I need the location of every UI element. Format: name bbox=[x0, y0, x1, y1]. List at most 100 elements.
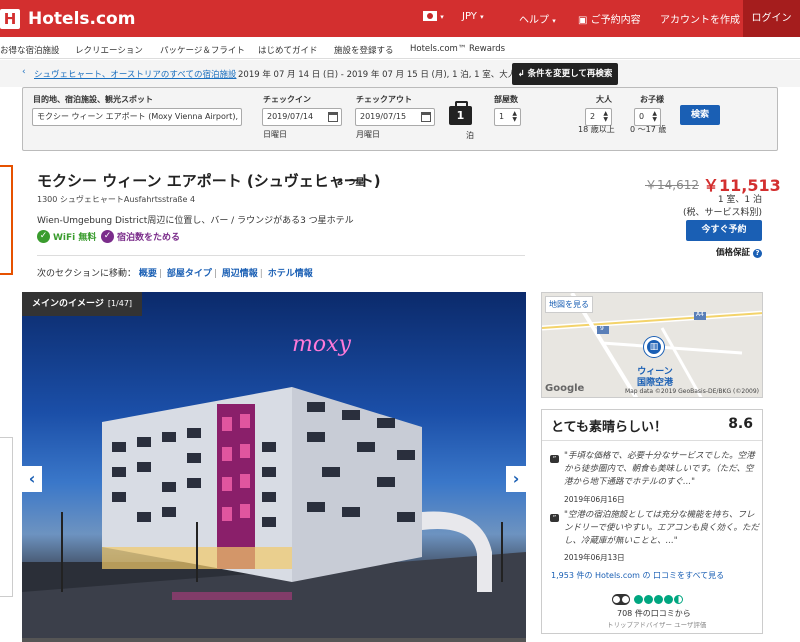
section-nav: 次のセクションに移動： 概要 | 部屋タイプ | 周辺情報 | ホテル情報 bbox=[37, 266, 313, 279]
help-menu[interactable]: ヘルプ ▾ bbox=[519, 11, 556, 26]
checkin-input[interactable]: 2019/07/14 bbox=[262, 108, 342, 126]
checkout-label: チェックアウト bbox=[356, 95, 412, 104]
subnav-list-property[interactable]: 施設を登録する bbox=[334, 44, 394, 56]
chevron-left-icon: ‹ bbox=[22, 67, 26, 77]
chevron-down-icon: ▾ bbox=[440, 13, 444, 21]
photo-label-text: メインのイメージ bbox=[32, 299, 104, 309]
separator: | bbox=[259, 269, 263, 279]
rooms-label: 部屋数 bbox=[494, 95, 518, 104]
road-number: 9 bbox=[600, 325, 604, 332]
brand-logo[interactable]: H Hotels.com bbox=[0, 8, 135, 30]
brand-name: Hotels.com bbox=[28, 9, 136, 29]
review-panel: とても素晴らしい！ 8.6 ” "手頃な価格で、必要十分なサービスでした。空港か… bbox=[541, 409, 763, 634]
rewards-icon: ✓ bbox=[101, 230, 114, 243]
checkin-day: 日曜日 bbox=[263, 130, 287, 139]
checkin-label: チェックイン bbox=[263, 95, 311, 104]
change-search-label: 条件を変更して再検索 bbox=[527, 69, 613, 79]
search-button[interactable]: 検索 bbox=[680, 105, 720, 125]
chevron-down-icon: ▾ bbox=[480, 13, 484, 21]
left-panel-edge bbox=[0, 437, 13, 597]
wifi-badge: ✓ WiFi 無料 bbox=[37, 230, 96, 243]
section-nav-prefix: 次のセクションに移動： bbox=[37, 269, 137, 279]
photo-label: メインのイメージ [1/47] bbox=[22, 292, 143, 316]
review-date: 2019年06月16日 bbox=[564, 495, 625, 504]
create-account-link[interactable]: アカウントを作成 bbox=[660, 11, 740, 26]
review-rating-label: とても素晴らしい！ bbox=[551, 420, 667, 435]
map-place-label: ウィーン 国際空港 bbox=[637, 367, 674, 388]
nights-badge: 1 bbox=[449, 101, 472, 125]
prev-photo-button[interactable]: ‹ bbox=[22, 466, 42, 492]
children-label: お子様 bbox=[640, 95, 664, 104]
price-guarantee-link[interactable]: 価格保証 ? bbox=[716, 246, 762, 258]
section-link-overview[interactable]: 概要 bbox=[139, 269, 157, 279]
photo-thumbnail-strip[interactable] bbox=[22, 638, 526, 642]
checkout-input[interactable]: 2019/07/15 bbox=[355, 108, 435, 126]
hotel-photo[interactable]: moxy メインのイメージ [1/47] ‹ › bbox=[22, 292, 526, 638]
question-icon: ? bbox=[752, 249, 762, 258]
nights-unit: 泊 bbox=[466, 131, 474, 140]
stepper-icon: ▲ ▼ bbox=[652, 110, 657, 123]
rooms-select[interactable]: 1 ▲ ▼ bbox=[494, 108, 521, 126]
my-bookings-link[interactable]: ▣ ご予約内容 bbox=[578, 11, 641, 26]
section-link-hotel-info[interactable]: ホテル情報 bbox=[268, 269, 313, 279]
view-map-button[interactable]: 地図を見る bbox=[545, 296, 593, 313]
tripadvisor-review-count: 708 件の口コミから bbox=[617, 609, 691, 618]
next-photo-button[interactable]: › bbox=[506, 466, 526, 492]
rewards-label: 宿泊数をためる bbox=[117, 233, 181, 243]
logo-icon: H bbox=[0, 9, 20, 29]
all-reviews-link[interactable]: 1,953 件の Hotels.com の 口コミをすべて見る bbox=[551, 570, 724, 581]
stepper-icon: ▲ ▼ bbox=[512, 110, 517, 123]
separator: | bbox=[213, 269, 217, 279]
japan-flag-icon bbox=[423, 11, 437, 21]
help-label: ヘルプ bbox=[519, 15, 549, 26]
check-icon: ✓ bbox=[37, 230, 50, 243]
calendar-icon[interactable] bbox=[328, 112, 338, 122]
change-search-button[interactable]: ↲ 条件を変更して再検索 bbox=[512, 63, 618, 85]
tripadvisor-owl-icon bbox=[612, 594, 630, 605]
location-map[interactable]: 9 A4 地図を見る ▥ ウィーン 国際空港 Google Map data ©2… bbox=[541, 292, 763, 398]
currency-label: JPY bbox=[462, 11, 477, 22]
review-score: 8.6 bbox=[728, 416, 753, 432]
price-tax-note: (税、サービス料別) bbox=[682, 208, 762, 218]
google-logo: Google bbox=[545, 383, 585, 394]
section-link-rooms[interactable]: 部屋タイプ bbox=[167, 269, 212, 279]
section-link-area[interactable]: 周辺情報 bbox=[222, 269, 258, 279]
top-header: H Hotels.com ▾ JPY ▾ ヘルプ ▾ ▣ ご予約内容 アカウント… bbox=[0, 0, 800, 37]
book-now-button[interactable]: 今すぐ予約 bbox=[686, 220, 762, 241]
photo-counter: [1/47] bbox=[107, 299, 133, 308]
calendar-icon[interactable] bbox=[421, 112, 431, 122]
my-bookings-label: ご予約内容 bbox=[590, 15, 641, 26]
subnav-rewards[interactable]: Hotels.com™ Rewards bbox=[410, 44, 505, 54]
login-button[interactable]: ログイン bbox=[743, 0, 800, 37]
hotel-name: モクシー ウィーン エアポート (シュヴェヒャート) bbox=[37, 172, 381, 190]
currency-selector[interactable]: JPY ▾ bbox=[462, 11, 484, 22]
hotel-map-pin-icon[interactable]: ▥ bbox=[644, 337, 664, 357]
subnav-recreation[interactable]: レクリエーション bbox=[75, 44, 143, 56]
adults-value: 2 bbox=[590, 112, 596, 121]
separator: | bbox=[158, 269, 162, 279]
chevron-down-icon: ▾ bbox=[552, 17, 556, 25]
road-number: A4 bbox=[696, 311, 704, 318]
suitcase-icon: ▣ bbox=[578, 15, 588, 26]
rating-circles bbox=[634, 595, 684, 604]
divider bbox=[542, 440, 762, 441]
checkout-day: 月曜日 bbox=[356, 130, 380, 139]
hotel-building-image bbox=[22, 387, 526, 638]
return-icon: ↲ bbox=[517, 69, 528, 79]
hotel-address: 1300 シュヴェヒャートAusfahrtsstraße 4 bbox=[37, 195, 196, 204]
price-unit: 1 室、1 泊 bbox=[717, 195, 762, 205]
review-quote: "空港の宿泊施設としては充分な機能を持ち、フレンドリーで使いやすい。エアコンも良… bbox=[564, 510, 759, 546]
subnav-guide[interactable]: はじめてガイド bbox=[258, 44, 318, 56]
left-panel-edge bbox=[0, 165, 13, 275]
hotel-description: Wien-Umgebung District周辺に位置し、バー / ラウンジがあ… bbox=[37, 216, 354, 226]
language-selector[interactable]: ▾ bbox=[423, 11, 444, 22]
price-guarantee-label: 価格保証 bbox=[716, 248, 751, 258]
subnav-packages[interactable]: パッケージ＆フライト bbox=[160, 44, 245, 56]
breadcrumb-link[interactable]: シュヴェヒャート、オーストリアのすべての宿泊施設 bbox=[34, 68, 236, 80]
review-quote: "手頃な価格で、必要十分なサービスでした。空港から徒歩圏内で、朝食も美味しいです… bbox=[564, 451, 755, 487]
children-note: 0 ～17 歳 bbox=[630, 125, 667, 134]
destination-input[interactable]: モクシー ウィーン エアポート (Moxy Vienna Airport), シ… bbox=[32, 108, 242, 126]
tripadvisor-rating[interactable] bbox=[612, 594, 684, 605]
map-credit: Map data ©2019 GeoBasis-DE/BKG (©2009) bbox=[624, 388, 759, 395]
subnav-deals[interactable]: お得な宿泊施設 bbox=[0, 44, 60, 56]
